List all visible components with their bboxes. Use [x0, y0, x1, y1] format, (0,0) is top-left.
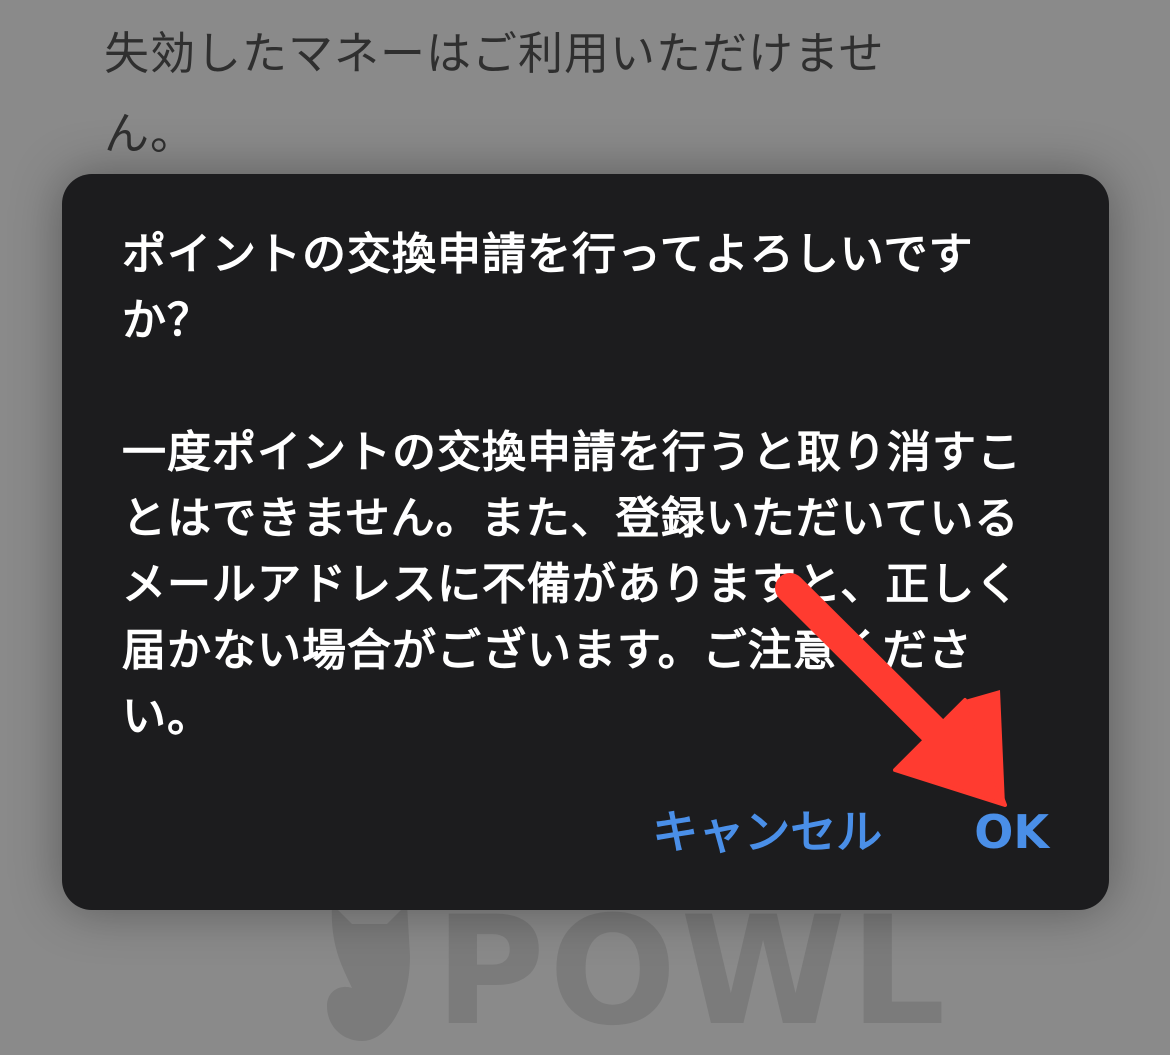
- cancel-button[interactable]: キャンセル: [652, 799, 882, 865]
- powl-brand-logo: POWL: [300, 890, 946, 1055]
- brand-wordmark: POWL: [435, 885, 950, 1055]
- exchange-confirm-dialog: ポイントの交換申請を行ってよろしいですか？ 一度ポイントの交換申請を行うと取り消…: [62, 174, 1109, 910]
- dialog-title: ポイントの交換申請を行ってよろしいですか？: [122, 229, 974, 346]
- dialog-message: 一度ポイントの交換申請を行うと取り消すことはできません。また、登録いただいている…: [122, 427, 1022, 742]
- background-expired-money-notice: 失効したマネーはご利用いただけません。: [104, 27, 885, 160]
- dialog-actions: キャンセル OK: [652, 799, 1049, 865]
- ok-button[interactable]: OK: [974, 799, 1049, 865]
- owl-logo-icon: [327, 904, 410, 1041]
